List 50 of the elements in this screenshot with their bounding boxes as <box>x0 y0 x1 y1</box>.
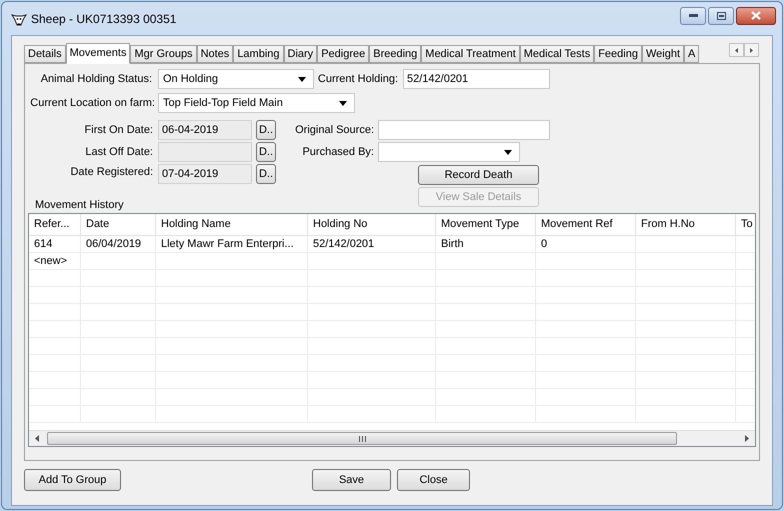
tab[interactable]: Medical Treatment <box>421 45 520 63</box>
location-dropdown[interactable]: Top Field-Top Field Main <box>158 93 355 113</box>
table-cell: Llety Mawr Farm Enterpri... <box>156 236 308 252</box>
close-button[interactable]: Close <box>397 469 470 491</box>
column-header[interactable]: Holding No <box>308 214 436 235</box>
tab[interactable]: Weight <box>642 45 684 63</box>
column-header[interactable]: Movement Type <box>436 214 536 235</box>
tab[interactable]: A <box>684 45 700 63</box>
field-label: Original Source: <box>294 122 374 138</box>
table-cell: 614 <box>29 236 81 252</box>
field-label: Current Holding: <box>316 72 398 87</box>
first-on-date-field[interactable]: 06-04-2019 <box>158 120 252 140</box>
table-cell: Birth <box>436 236 536 252</box>
date-picker-button[interactable]: D.. <box>256 164 276 184</box>
tab[interactable]: Mgr Groups <box>130 45 197 63</box>
tab[interactable]: Movements <box>66 43 130 64</box>
column-header[interactable]: Date <box>81 214 156 235</box>
tab[interactable]: Details <box>24 45 66 63</box>
date-registered-field[interactable]: 07-04-2019 <box>158 164 252 184</box>
field-label: Date Registered: <box>69 165 153 180</box>
field-label: Purchased By: <box>301 144 374 160</box>
date-picker-button[interactable]: D.. <box>256 142 276 162</box>
column-header[interactable]: Holding Name <box>156 214 308 235</box>
add-to-group-button[interactable]: Add To Group <box>24 469 121 491</box>
tab[interactable]: Diary <box>284 45 318 63</box>
field-label: Current Location on farm: <box>29 96 155 111</box>
tab[interactable]: Medical Tests <box>520 45 594 63</box>
date-picker-button[interactable]: D.. <box>256 120 276 140</box>
column-header[interactable]: Movement Ref <box>536 214 636 235</box>
field-label: Animal Holding Status: <box>40 72 152 87</box>
field-label: First On Date: <box>84 122 153 138</box>
current-holding-field[interactable]: 52/142/0201 <box>403 69 550 89</box>
table-cell: 0 <box>536 236 636 252</box>
field-label: Last Off Date: <box>84 144 153 160</box>
tab[interactable]: Feeding <box>594 45 642 63</box>
window-title: Sheep - UK0713393 00351 <box>31 10 176 28</box>
holding-status-dropdown[interactable]: On Holding <box>158 69 314 89</box>
save-button[interactable]: Save <box>312 469 391 491</box>
record-death-button[interactable]: Record Death <box>418 165 539 185</box>
tab[interactable]: Notes <box>196 45 234 63</box>
tab[interactable]: Pedigree <box>317 45 370 63</box>
column-header[interactable]: Refer... <box>29 214 81 235</box>
tab[interactable]: Breeding <box>369 45 422 63</box>
table-cell: 52/142/0201 <box>308 236 436 252</box>
column-header[interactable]: To <box>736 214 755 235</box>
table-cell: <new> <box>29 253 81 269</box>
section-title: Movement History <box>35 198 125 212</box>
tab[interactable]: Lambing <box>233 45 284 63</box>
column-header[interactable]: From H.No <box>636 214 736 235</box>
table-cell: 06/04/2019 <box>81 236 156 252</box>
